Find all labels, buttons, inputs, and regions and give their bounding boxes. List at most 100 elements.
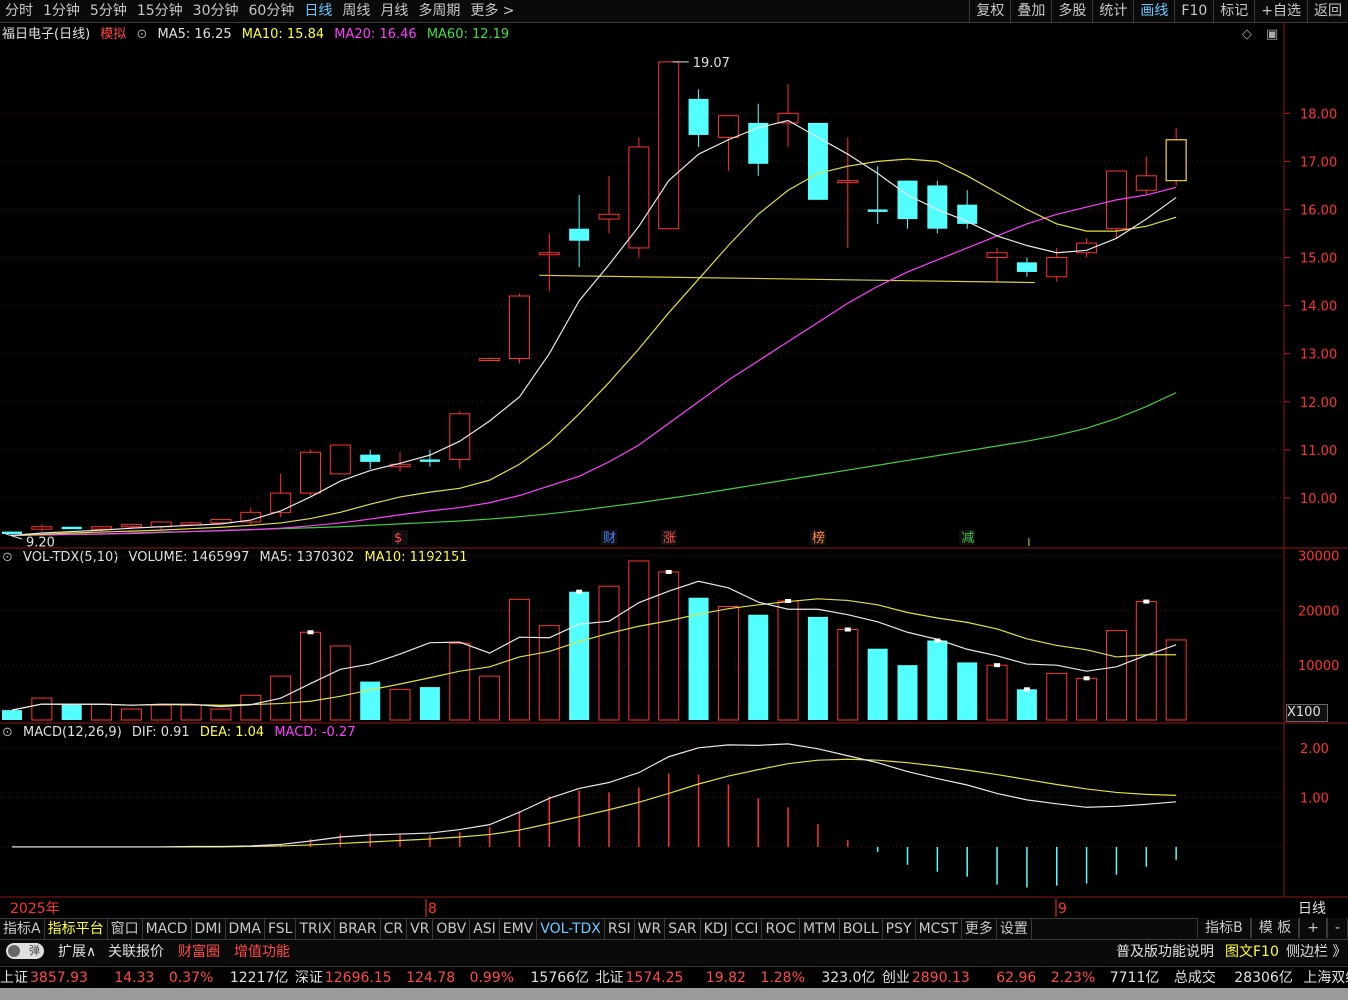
indicator-tab-7[interactable]: TRIX xyxy=(296,919,336,939)
period-0[interactable]: 分时 xyxy=(0,0,38,22)
period-5[interactable]: 60分钟 xyxy=(244,0,300,22)
indicator-tab-26[interactable]: 设置 xyxy=(997,919,1032,939)
expand-button[interactable]: 扩展∧ xyxy=(58,940,96,964)
indicator-tab-16[interactable]: WR xyxy=(635,919,666,939)
low-price-label: 9.20 xyxy=(26,535,55,550)
price-tick-label: 12.00 xyxy=(1300,396,1337,411)
tool-4[interactable]: 画线 xyxy=(1133,0,1174,22)
candle-body xyxy=(91,526,113,530)
sidebar-toggle[interactable]: 侧边栏 》 xyxy=(1286,940,1346,964)
right-tab-2[interactable]: + xyxy=(1299,918,1327,938)
total-label: 总成交 xyxy=(1173,970,1216,986)
indicator-tab-6[interactable]: FSL xyxy=(265,919,297,939)
bz-value: 1574.25 xyxy=(625,970,684,986)
price-tick-label: 17.00 xyxy=(1300,155,1337,170)
indicator-tab-25[interactable]: 更多 xyxy=(962,919,997,939)
indicator-tab-24[interactable]: MCST xyxy=(916,919,962,939)
toggle-switch[interactable]: 弹 xyxy=(6,943,44,959)
price-tick-label: 10.00 xyxy=(1300,492,1337,507)
tool-7[interactable]: +自选 xyxy=(1254,0,1307,22)
indicator-tab-12[interactable]: ASI xyxy=(470,919,500,939)
tool-2[interactable]: 多股 xyxy=(1051,0,1092,22)
related-quote-button[interactable]: 关联报价 xyxy=(108,940,164,964)
volume-bar xyxy=(1016,689,1037,720)
volume-bar xyxy=(419,687,440,720)
period-2[interactable]: 5分钟 xyxy=(85,0,132,22)
volume-bar xyxy=(748,614,769,720)
volume-mark xyxy=(665,569,672,574)
tool-5[interactable]: F10 xyxy=(1174,0,1213,22)
indicator-tab-3[interactable]: MACD xyxy=(143,919,192,939)
indicator-tab-2[interactable]: 窗口 xyxy=(108,919,143,939)
right-tab-3[interactable]: - xyxy=(1326,918,1348,938)
value-added-button[interactable]: 增值功能 xyxy=(234,940,290,964)
tool-3[interactable]: 统计 xyxy=(1092,0,1133,22)
indicator-tab-14[interactable]: VOL-TDX xyxy=(537,919,605,939)
tool-1[interactable]: 叠加 xyxy=(1010,0,1051,22)
indicator-tab-18[interactable]: KDJ xyxy=(701,919,732,939)
indicator-tab-4[interactable]: DMI xyxy=(192,919,226,939)
candle-body xyxy=(538,252,560,256)
indicator-tab-22[interactable]: BOLL xyxy=(840,919,883,939)
indicator-tab-10[interactable]: VR xyxy=(407,919,434,939)
kline-chart[interactable]: 18.00 17.00 16.00 15.00 14.00 13.00 12.00 11.00… xyxy=(0,22,1348,918)
total-value: 28306亿 xyxy=(1234,970,1293,986)
volume-mark xyxy=(1143,599,1150,604)
indicator-tab-9[interactable]: CR xyxy=(381,919,408,939)
indicator-tab-11[interactable]: OBV xyxy=(433,919,471,939)
candle-body xyxy=(688,98,709,135)
period-1[interactable]: 1分钟 xyxy=(38,0,85,22)
sh-value: 3857.93 xyxy=(30,970,88,986)
indicator-tab-21[interactable]: MTM xyxy=(800,919,840,939)
volume-bar xyxy=(538,625,560,721)
indicator-tab-20[interactable]: ROC xyxy=(762,919,800,939)
indicator-tab-8[interactable]: BRAR xyxy=(335,919,381,939)
tool-8[interactable]: 返回 xyxy=(1307,0,1348,22)
volume-bar xyxy=(867,648,888,720)
indicator-tab-1[interactable]: 指标平台 xyxy=(45,919,108,939)
right-tab-0[interactable]: 指标B xyxy=(1197,918,1251,938)
volume-mark xyxy=(785,599,792,603)
toggle-label: 弹 xyxy=(29,944,40,957)
indicator-tab-5[interactable]: DMA xyxy=(226,919,265,939)
indicator-tab-0[interactable]: 指标A xyxy=(0,919,45,939)
ticker-mode[interactable]: 上海双线 xyxy=(1303,970,1348,986)
sh-label[interactable]: 上证 xyxy=(0,970,28,986)
indicator-tab-23[interactable]: PSY xyxy=(883,919,916,939)
period-7[interactable]: 周线 xyxy=(337,0,375,22)
volume-mark xyxy=(1083,676,1090,681)
volume-tick-label: 30000 xyxy=(1298,549,1339,564)
sz-label[interactable]: 深证 xyxy=(295,970,323,986)
right-tab-1[interactable]: 模 板 xyxy=(1250,918,1300,938)
tool-0[interactable]: 复权 xyxy=(969,0,1010,22)
period-6[interactable]: 日线 xyxy=(299,0,337,22)
cy-label[interactable]: 创业 xyxy=(882,970,910,986)
candle-body xyxy=(569,228,590,241)
period-9[interactable]: 多周期 xyxy=(413,0,465,22)
indicator-tab-13[interactable]: EMV xyxy=(500,919,538,939)
bz-label[interactable]: 北证 xyxy=(596,970,624,986)
volume-mark xyxy=(576,589,583,594)
candle-body xyxy=(61,526,82,530)
period-8[interactable]: 月线 xyxy=(375,0,413,22)
period-3[interactable]: 15分钟 xyxy=(132,0,188,22)
candle-body xyxy=(897,180,918,220)
indicator-tab-19[interactable]: CCI xyxy=(732,919,763,939)
tool-6[interactable]: 标记 xyxy=(1213,0,1254,22)
help-link[interactable]: 普及版功能说明 xyxy=(1116,940,1214,964)
dif-line xyxy=(12,743,1177,848)
top-toolbar: 分时 1分钟 5分钟 15分钟 30分钟 60分钟 日线 周线 月线 多周期 更多 > 复权 叠加 多股… xyxy=(0,0,1348,23)
f10-link[interactable]: 图文F10 xyxy=(1225,940,1279,964)
candle-body xyxy=(867,209,888,212)
indicator-tab-17[interactable]: SAR xyxy=(665,919,701,939)
period-4[interactable]: 30分钟 xyxy=(188,0,244,22)
period-10[interactable]: 更多 > xyxy=(465,0,519,22)
indicator-tab-15[interactable]: RSI xyxy=(605,919,635,939)
sh-change: 14.33 xyxy=(114,970,155,986)
wealth-circle-button[interactable]: 财富圈 xyxy=(178,940,220,964)
candle-body xyxy=(1135,175,1157,191)
period-selector: 分时 1分钟 5分钟 15分钟 30分钟 60分钟 日线 周线 月线 多周期 更多 > xyxy=(0,0,520,22)
candle-body xyxy=(1165,139,1187,182)
candle-body xyxy=(300,451,321,494)
volume-bar xyxy=(897,665,918,720)
